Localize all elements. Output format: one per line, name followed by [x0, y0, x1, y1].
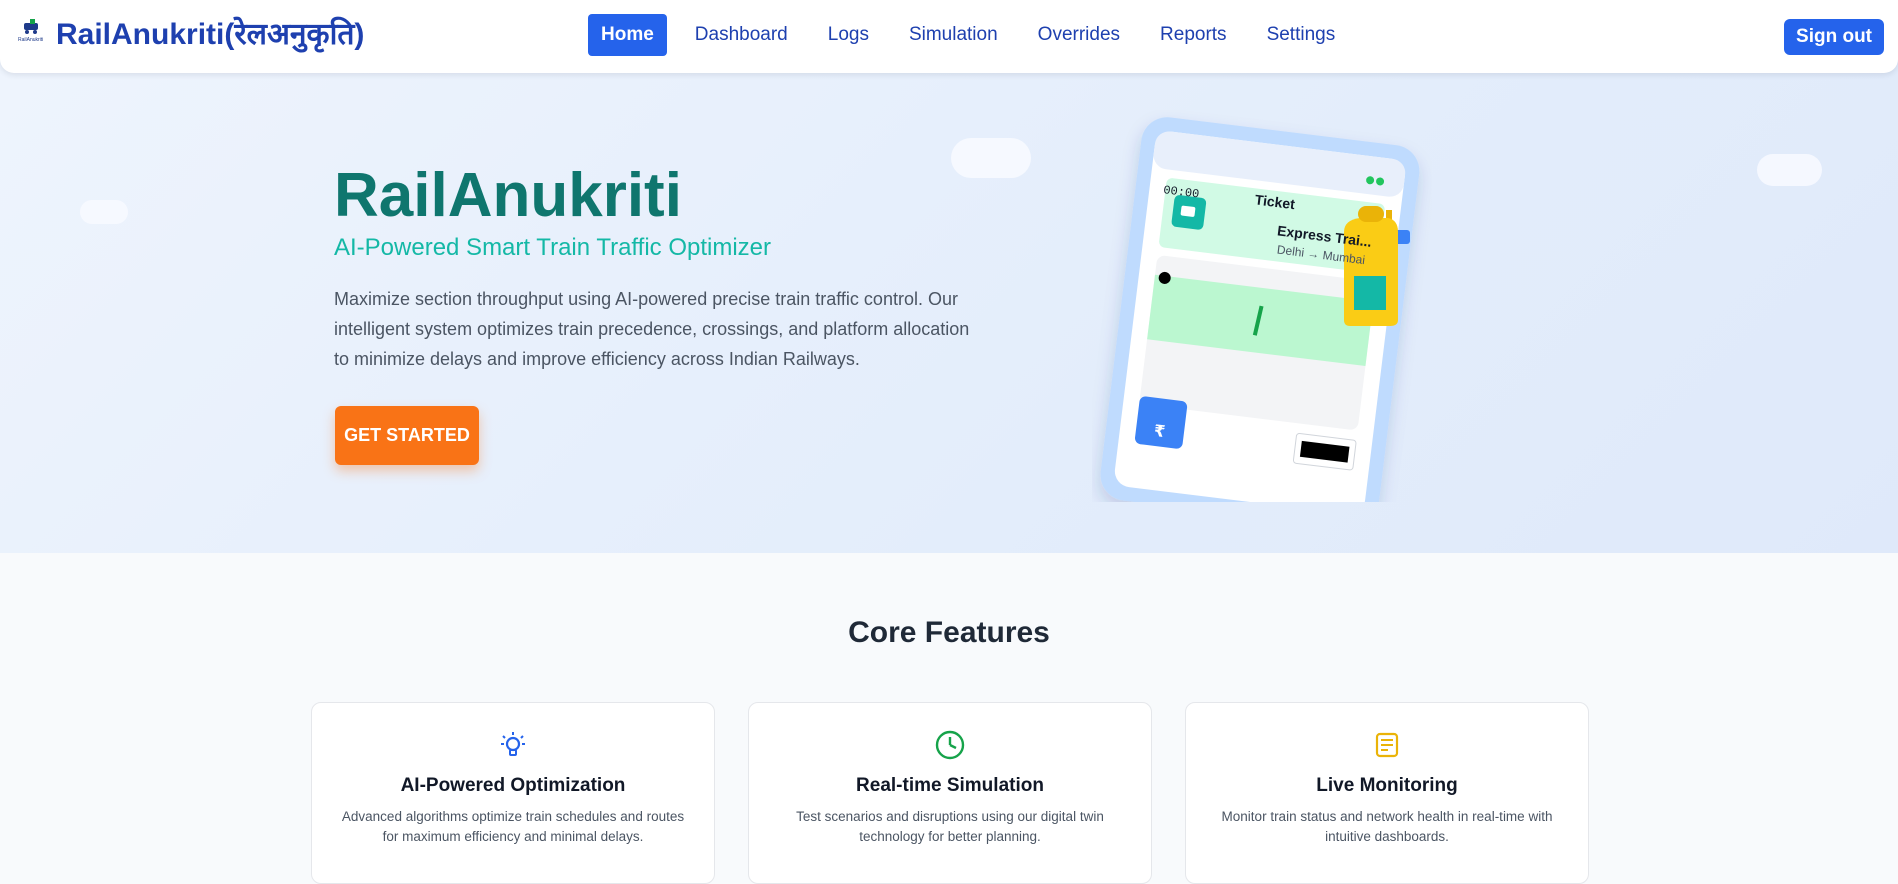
hero-title: RailAnukriti	[334, 161, 682, 230]
railanukriti-logo-icon: RailAnukriti	[18, 13, 48, 53]
cloud-decoration	[951, 138, 1031, 178]
nav-dashboard[interactable]: Dashboard	[683, 14, 800, 56]
main-nav: Home Dashboard Logs Simulation Overrides…	[588, 14, 1363, 56]
hero-subtitle: AI-Powered Smart Train Traffic Optimizer	[334, 234, 772, 261]
cloud-decoration	[80, 200, 128, 224]
nav-logs[interactable]: Logs	[816, 14, 881, 56]
top-navbar: RailAnukriti RailAnukriti(रेलअनुकृति) Ho…	[0, 0, 1898, 73]
hero-description: Maximize section throughput using AI-pow…	[334, 289, 970, 369]
feature-title: Live Monitoring	[1316, 775, 1458, 796]
ticket-illustration: 00:00 Ticket Express Trai... Delhi → Mum…	[1092, 110, 1432, 529]
feature-description: Advanced algorithms optimize train sched…	[341, 809, 685, 844]
nav-overrides[interactable]: Overrides	[1026, 14, 1132, 56]
feature-title: AI-Powered Optimization	[400, 775, 626, 796]
rupee-icon: ₹	[1153, 421, 1166, 441]
nav-home[interactable]: Home	[588, 14, 667, 56]
nav-settings[interactable]: Settings	[1255, 14, 1348, 56]
feature-title: Real-time Simulation	[856, 775, 1044, 796]
feature-description: Monitor train status and network health …	[1221, 809, 1553, 844]
lightbulb-icon	[497, 729, 529, 761]
feature-card-ai-optimization: AI-Powered Optimization Advanced algorit…	[311, 702, 715, 884]
nav-reports[interactable]: Reports	[1148, 14, 1239, 56]
cloud-decoration	[1757, 154, 1822, 186]
get-started-button[interactable]: GET STARTED	[335, 406, 479, 465]
feature-card-live-monitoring: Live Monitoring Monitor train status and…	[1185, 702, 1589, 884]
logo-caption: RailAnukriti	[18, 36, 44, 43]
nav-simulation[interactable]: Simulation	[897, 14, 1010, 56]
hero-section: RailAnukriti AI-Powered Smart Train Traf…	[0, 60, 1898, 553]
features-section-title: Core Features	[848, 616, 1050, 649]
feature-card-realtime-simulation: Real-time Simulation Test scenarios and …	[748, 702, 1152, 884]
sign-out-button[interactable]: Sign out	[1784, 19, 1884, 55]
brand[interactable]: RailAnukriti RailAnukriti(रेलअनुकृति)	[18, 12, 364, 53]
feature-description: Test scenarios and disruptions using our…	[796, 809, 1104, 844]
brand-title: RailAnukriti(रेलअनुकृति)	[56, 18, 365, 51]
clock-icon	[934, 729, 966, 761]
ticket-illustration-svg: 00:00 Ticket Express Trai... Delhi → Mum…	[1100, 117, 1420, 529]
document-icon	[1371, 729, 1403, 761]
